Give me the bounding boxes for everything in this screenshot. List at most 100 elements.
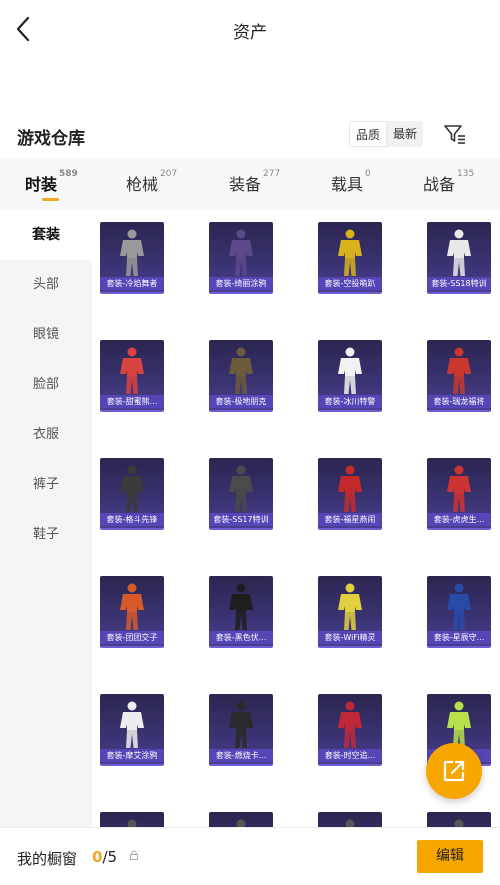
tab-count: 277 [263,169,281,179]
filter-icon[interactable] [443,123,467,145]
outfit-thumbnail-icon [338,347,362,394]
tab-battle-gear[interactable]: 战备135 [423,169,475,205]
item-label: 套装-绮丽涂鸦 [209,277,273,290]
showcase-count: 0/5 [92,848,117,866]
sidebar-item-face[interactable]: 脸部 [0,360,92,410]
showcase-label: 我的橱窗 [17,850,78,868]
item-label: 套装-冰川特警 [318,395,382,408]
tab-guns[interactable]: 枪械207 [126,169,178,205]
item-label: 套装-SS17特训 [209,513,273,526]
item-card[interactable] [100,812,164,827]
outfit-thumbnail-icon [447,347,471,394]
item-card[interactable]: 套装-SS17特训 [209,458,273,530]
outfit-thumbnail-icon [229,347,253,394]
tab-count: 135 [457,169,475,179]
item-label: 套装-燃烧卡... [209,749,273,762]
outfit-thumbnail-icon [447,583,471,630]
sort-latest-option[interactable]: 最新 [387,121,424,147]
item-card[interactable]: 套装-WiFi精灵 [318,576,382,648]
outfit-thumbnail-icon [345,819,355,827]
sort-quality-option[interactable]: 品质 [349,121,388,147]
item-card[interactable]: 套装-格斗先锋 [100,458,164,530]
item-label: 套装-瑞龙福将 [427,395,491,408]
item-label: 套装-WiFi精灵 [318,631,382,644]
item-card[interactable]: 套装-SS18特训 [427,222,491,294]
item-card[interactable]: 套装-瑞龙福将 [427,340,491,412]
active-tab-indicator [42,198,59,201]
tab-count: 0 [365,169,371,179]
subcategory-sidebar: 套装 头部 眼镜 脸部 衣服 裤子 鞋子 [0,210,92,827]
section-title: 游戏仓库 [17,129,85,149]
item-label: 套装-甜蜜熊... [100,395,164,408]
outfit-thumbnail-icon [338,229,362,276]
outfit-thumbnail-icon [338,701,362,748]
sidebar-item-glasses[interactable]: 眼镜 [0,310,92,360]
item-label: 套装-SS18特训 [427,277,491,290]
sort-toggle: 品质 最新 [349,121,424,147]
edit-button[interactable]: 编辑 [417,840,483,873]
showcase-current: 0 [92,848,103,866]
tab-label: 装备 [229,175,262,194]
item-card[interactable]: 套装-绮丽涂鸦 [209,222,273,294]
sidebar-item-clothes[interactable]: 衣服 [0,410,92,460]
item-card[interactable]: 套装-空投萌趴 [318,222,382,294]
outfit-thumbnail-icon [229,465,253,512]
tab-count: 589 [59,169,78,179]
item-card[interactable] [427,812,491,827]
top-bar: 资产 [0,0,500,60]
category-tabs: 时装589 枪械207 装备277 载具0 战备135 [0,158,500,210]
item-card[interactable]: 套装-虎虎生... [427,458,491,530]
outfit-thumbnail-icon [120,465,144,512]
item-card[interactable]: 套装-摩艾涂鸦 [100,694,164,766]
share-out-icon [443,760,465,782]
page-title: 资产 [233,23,267,43]
showcase-total: /5 [102,848,118,866]
item-card[interactable]: 套装-燃烧卡... [209,694,273,766]
outfit-thumbnail-icon [229,701,253,748]
item-label: 套装-冷焰舞者 [100,277,164,290]
outfit-thumbnail-icon [447,465,471,512]
outfit-thumbnail-icon [236,819,246,827]
outfit-thumbnail-icon [120,229,144,276]
sidebar-item-suit[interactable]: 套装 [0,210,92,260]
item-label: 套装-黑色伏... [209,631,273,644]
item-card[interactable]: 套装-冷焰舞者 [100,222,164,294]
item-card[interactable]: 套装-极地朋克 [209,340,273,412]
outfit-thumbnail-icon [447,229,471,276]
outfit-thumbnail-icon [127,819,137,827]
item-card[interactable]: 套装-时空追... [318,694,382,766]
item-card[interactable]: 套装-冰川特警 [318,340,382,412]
tab-label: 载具 [331,175,364,194]
item-label: 套装-虎虎生... [427,513,491,526]
item-label: 套装-摩艾涂鸦 [100,749,164,762]
outfit-thumbnail-icon [338,583,362,630]
outfit-thumbnail-icon [229,583,253,630]
tab-vehicles[interactable]: 载具0 [331,169,371,205]
tab-count: 207 [160,169,178,179]
outfit-thumbnail-icon [454,819,464,827]
item-label: 套装-格斗先锋 [100,513,164,526]
share-out-button[interactable] [426,743,482,799]
item-card[interactable] [209,812,273,827]
item-label: 套装-极地朋克 [209,395,273,408]
lock-icon [129,850,139,863]
sidebar-item-shoes[interactable]: 鞋子 [0,510,92,560]
item-card[interactable]: 套装-福星燕闹 [318,458,382,530]
tab-equipment[interactable]: 装备277 [229,169,281,205]
item-label: 套装-星辰守... [427,631,491,644]
item-label: 套装-空投萌趴 [318,277,382,290]
item-card[interactable]: 套装-黑色伏... [209,576,273,648]
outfit-thumbnail-icon [229,229,253,276]
outfit-thumbnail-icon [120,701,144,748]
item-card[interactable]: 套装-团团交子 [100,576,164,648]
item-label: 套装-福星燕闹 [318,513,382,526]
showcase-footer: 我的橱窗 0/5 编辑 [0,827,500,885]
item-card[interactable]: 套装-星辰守... [427,576,491,648]
item-card[interactable] [318,812,382,827]
item-label: 套装-时空追... [318,749,382,762]
sidebar-item-pants[interactable]: 裤子 [0,460,92,510]
item-card[interactable]: 套装-甜蜜熊... [100,340,164,412]
tab-label: 时装 [25,175,58,194]
outfit-thumbnail-icon [338,465,362,512]
sidebar-item-head[interactable]: 头部 [0,260,92,310]
